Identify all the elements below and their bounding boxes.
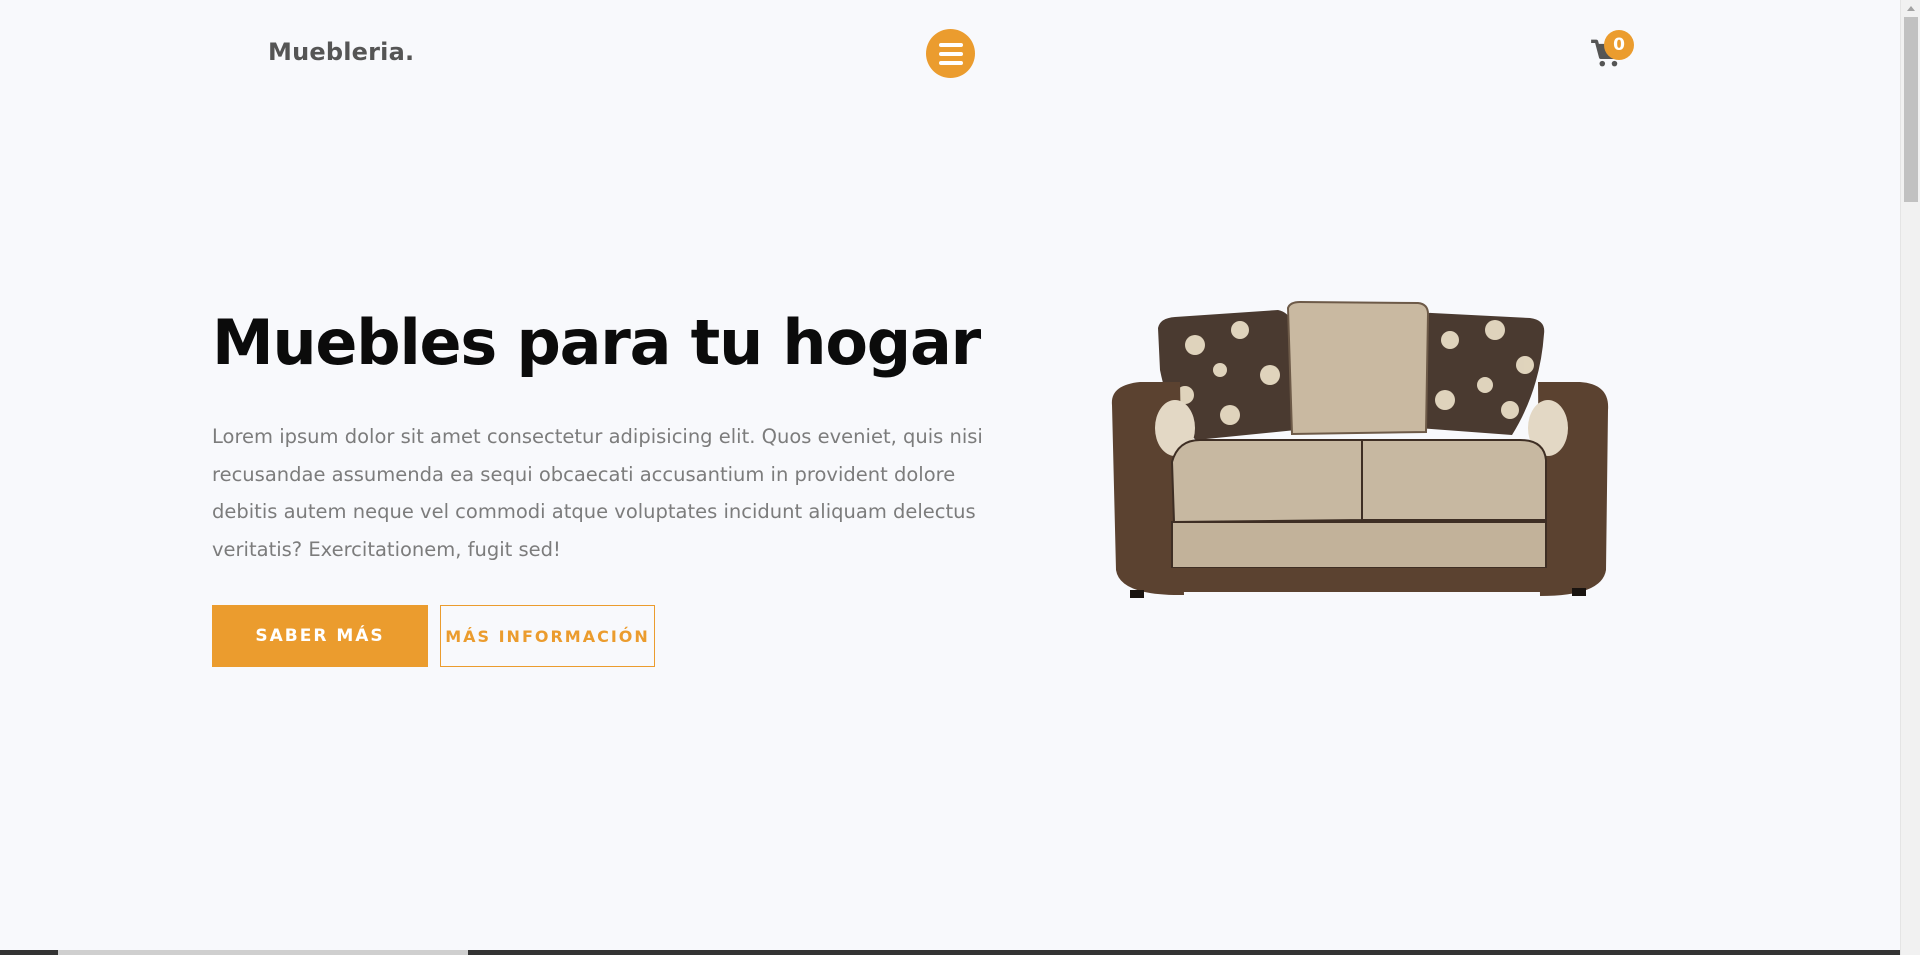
vertical-scrollbar[interactable] [1900, 0, 1920, 955]
scrollbar-thumb[interactable] [1904, 17, 1918, 202]
hero-title: Muebles para tu hogar [212, 306, 981, 379]
scroll-up-arrow-icon[interactable] [1901, 0, 1920, 17]
page: Muebleria. 0 Muebles para tu hogar Lorem… [0, 0, 1900, 955]
hamburger-menu-icon-bar [938, 60, 963, 65]
horizontal-scrollbar[interactable] [0, 950, 1900, 955]
cart-button[interactable]: 0 [1586, 30, 1634, 74]
menu-button[interactable] [926, 29, 975, 78]
sofa-image [1111, 300, 1609, 598]
hamburger-menu-icon-bar [938, 51, 963, 56]
horizontal-scrollbar-thumb[interactable] [58, 950, 468, 955]
mas-informacion-button[interactable]: MÁS INFORMACIÓN [440, 605, 655, 667]
cart-count-badge: 0 [1604, 30, 1634, 60]
hamburger-menu-icon [938, 42, 963, 47]
hero-description: Lorem ipsum dolor sit amet consectetur a… [212, 425, 983, 561]
site-logo[interactable]: Muebleria. [268, 38, 414, 66]
saber-mas-button[interactable]: SABER MÁS [212, 605, 428, 667]
